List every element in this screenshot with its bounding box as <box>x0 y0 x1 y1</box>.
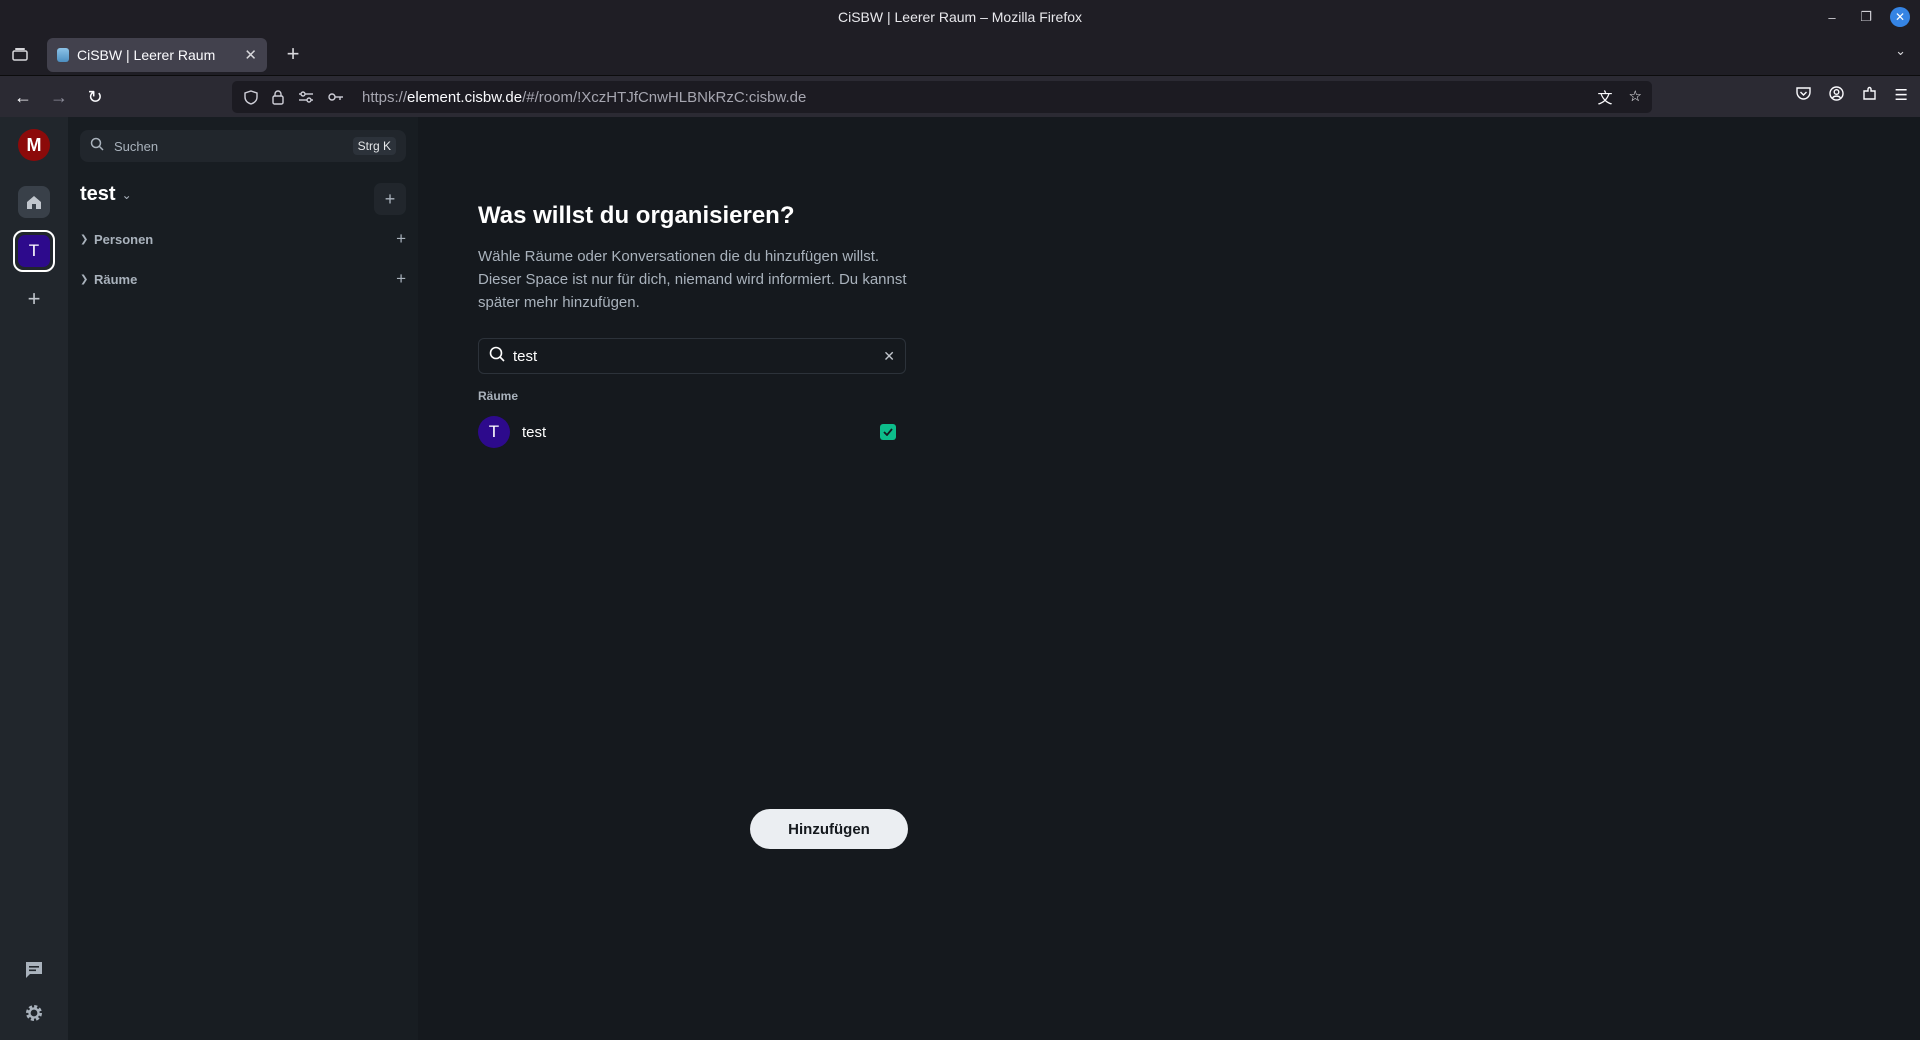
lock-icon[interactable] <box>272 89 284 105</box>
menu-icon[interactable]: ☰ <box>1895 86 1908 105</box>
bookmark-star-icon[interactable]: ☆ <box>1629 87 1642 108</box>
add-room-icon[interactable]: + <box>396 269 406 289</box>
reload-icon[interactable]: ↻ <box>82 84 108 110</box>
space-avatar: T <box>18 235 50 267</box>
url-text[interactable]: https://element.cisbw.de/#/room/!XczHTJf… <box>362 89 806 106</box>
page-description: Wähle Räume oder Konversationen die du h… <box>478 248 907 311</box>
room-name: test <box>522 423 547 441</box>
chevron-right-icon: ❯ <box>80 233 89 245</box>
extensions-icon[interactable] <box>1862 86 1877 105</box>
user-avatar[interactable]: M <box>18 129 50 161</box>
section-raeume[interactable]: ❯ Räume + <box>80 268 406 290</box>
room-list-panel: Suchen Strg K test ⌄ + ❯ Personen + ❯ Rä… <box>68 117 418 1040</box>
page-title: Was willst du organisieren? <box>478 202 795 229</box>
chevron-down-icon: ⌄ <box>121 187 132 202</box>
add-person-icon[interactable]: + <box>396 229 406 249</box>
threads-icon[interactable] <box>20 956 48 984</box>
space-panel: M T + <box>0 117 68 1040</box>
search-icon <box>489 346 505 367</box>
account-icon[interactable] <box>1828 86 1844 105</box>
nav-bar: ← → ↻ https://element.cisbw.de/#/room/!X… <box>0 75 1920 117</box>
main-panel: Was willst du organisieren? Wähle Räume … <box>418 117 1920 1040</box>
tab-bar: CiSBW | Leerer Raum ✕ + ⌄ <box>0 33 1920 75</box>
space-context-menu-button[interactable]: test ⌄ <box>80 183 132 206</box>
translate-icon[interactable]: 文 <box>1598 87 1613 108</box>
space-item-test[interactable]: T <box>13 230 55 272</box>
pocket-icon[interactable] <box>1795 86 1811 105</box>
close-window-icon[interactable]: ✕ <box>1890 7 1910 27</box>
room-avatar: T <box>478 416 510 448</box>
list-item[interactable]: T test <box>478 415 906 449</box>
window-title: CiSBW | Leerer Raum – Mozilla Firefox <box>837 8 1083 25</box>
search-icon <box>90 137 104 156</box>
minimize-icon[interactable]: – <box>1822 7 1842 27</box>
url-actions: 文 ☆ <box>1598 87 1642 108</box>
section-personen[interactable]: ❯ Personen + <box>80 228 406 250</box>
add-space-content-button[interactable]: + <box>374 183 406 215</box>
browser-tab[interactable]: CiSBW | Leerer Raum ✕ <box>47 38 267 72</box>
new-tab-icon[interactable]: + <box>280 41 306 67</box>
chevron-right-icon: ❯ <box>80 273 89 285</box>
gear-icon[interactable] <box>20 999 48 1027</box>
add-button[interactable]: Hinzufügen <box>750 809 908 849</box>
filter-input[interactable] <box>513 347 884 365</box>
clear-icon[interactable]: ✕ <box>883 348 895 365</box>
tab-title: CiSBW | Leerer Raum <box>77 47 216 63</box>
search-label: Suchen <box>114 138 159 154</box>
tab-close-icon[interactable]: ✕ <box>244 46 257 64</box>
section-label: Räume <box>94 271 138 287</box>
room-checkbox[interactable] <box>880 424 896 440</box>
window-titlebar: CiSBW | Leerer Raum – Mozilla Firefox – … <box>0 0 1920 33</box>
home-icon[interactable] <box>18 186 50 218</box>
results-group-label: Räume <box>478 389 519 403</box>
search-shortcut: Strg K <box>352 137 396 155</box>
permissions-icon[interactable] <box>298 91 314 103</box>
chevron-down-icon[interactable]: ⌄ <box>1895 43 1906 59</box>
section-label: Personen <box>94 231 154 247</box>
forward-icon[interactable]: → <box>46 84 72 110</box>
search-button[interactable]: Suchen Strg K <box>80 130 406 162</box>
url-bar[interactable]: https://element.cisbw.de/#/room/!XczHTJf… <box>232 81 1652 113</box>
restore-icon[interactable]: ❐ <box>1856 7 1876 27</box>
shield-icon[interactable] <box>244 89 258 105</box>
element-app: M T + Suchen Strg K test ⌄ + ❯ Personen … <box>0 117 1920 1040</box>
filter-field[interactable]: ✕ <box>478 338 906 374</box>
favicon-icon <box>57 48 69 62</box>
key-icon[interactable] <box>328 92 344 102</box>
window-controls: – ❐ ✕ <box>1822 7 1910 27</box>
back-icon[interactable]: ← <box>10 84 36 110</box>
create-space-icon[interactable]: + <box>18 283 50 315</box>
toolbar-actions: ☰ <box>1795 86 1908 105</box>
tab-list-icon[interactable] <box>8 43 32 65</box>
space-name: test <box>80 183 116 205</box>
